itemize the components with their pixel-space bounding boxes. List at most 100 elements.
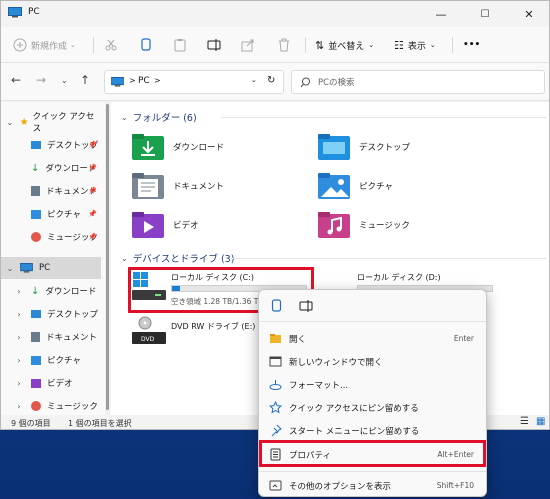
- delete-button[interactable]: [277, 27, 291, 63]
- chevron-down-icon: ⌄: [121, 253, 128, 263]
- copy-button[interactable]: [139, 27, 153, 63]
- context-menu: 開く Enter 新しいウィンドウで開く フォーマット... クイック アクセス…: [258, 289, 487, 497]
- sidebar-item-pc[interactable]: ⌄ PC: [1, 257, 101, 279]
- folders-header[interactable]: ⌄ フォルダー (6): [121, 110, 197, 125]
- folder-documents[interactable]: ドキュメント: [131, 168, 311, 204]
- search-icon: [300, 77, 310, 88]
- close-icon: ✕: [524, 7, 534, 21]
- menu-item-format[interactable]: フォーマット...: [259, 373, 486, 396]
- selection-count: 1 個の項目を選択: [68, 419, 132, 428]
- title-bar: PC — ☐ ✕: [1, 1, 549, 27]
- context-menu-quick-actions: [259, 290, 486, 322]
- chevron-right-icon: ›: [17, 378, 21, 388]
- sidebar-item-label: ドキュメント: [46, 333, 98, 343]
- address-bar[interactable]: > PC > ⌄ ↻: [104, 70, 284, 94]
- view-icon: ☷: [394, 38, 404, 52]
- open-folder-icon: [270, 334, 281, 343]
- drives-header-label: デバイスとドライブ (3): [132, 254, 235, 265]
- paste-button[interactable]: [173, 27, 187, 63]
- menu-item-show-more-options[interactable]: その他のオプションを表示 Shift+F10: [259, 474, 486, 497]
- properties-highlight: [259, 440, 486, 467]
- more-options-button[interactable]: •••: [463, 27, 480, 63]
- folder-desktop[interactable]: デスクトップ: [317, 129, 497, 165]
- search-box[interactable]: PCの検索: [291, 70, 545, 94]
- scissors-icon: [105, 39, 117, 51]
- minimize-button[interactable]: —: [419, 1, 463, 27]
- videos-folder-icon: [132, 212, 164, 238]
- refresh-icon[interactable]: ↻: [267, 75, 275, 86]
- menu-item-label: スタート メニューにピン留めする: [289, 427, 420, 437]
- menu-item-pin-start[interactable]: スタート メニューにピン留めする: [259, 419, 486, 442]
- sort-button[interactable]: ⇅ 並べ替え ⌄: [315, 27, 374, 63]
- sidebar-item-downloads[interactable]: ↓ ダウンロード 📌: [1, 157, 101, 179]
- star-icon: [269, 401, 282, 414]
- breadcrumb-pc[interactable]: PC: [138, 76, 150, 86]
- maximize-button[interactable]: ☐: [463, 1, 507, 27]
- rename-action-button[interactable]: [299, 299, 313, 316]
- music-folder-icon: [318, 212, 350, 238]
- search-placeholder: PCの検索: [318, 78, 355, 88]
- view-button[interactable]: ☷ 表示 ⌄: [394, 27, 436, 63]
- sidebar-item-pc-documents[interactable]: › ドキュメント: [1, 326, 101, 348]
- sidebar-item-quick-access[interactable]: ⌄ ★ クイック アクセス: [1, 111, 101, 134]
- trash-icon: [279, 38, 289, 52]
- tiles-view-icon[interactable]: ▦: [536, 416, 545, 427]
- copy-action-button[interactable]: [271, 299, 283, 316]
- sidebar-item-music[interactable]: ミュージック 📌: [1, 226, 101, 248]
- folder-label: ドキュメント: [173, 182, 225, 192]
- menu-item-pin-quick-access[interactable]: クイック アクセスにピン留めする: [259, 396, 486, 419]
- menu-item-label: フォーマット...: [289, 381, 349, 391]
- svg-text:DVD: DVD: [141, 336, 155, 343]
- sidebar-scrollbar[interactable]: [105, 102, 110, 415]
- sidebar-item-pc-desktop[interactable]: › デスクトップ: [1, 303, 101, 325]
- address-dropdown-icon[interactable]: ⌄: [251, 76, 257, 84]
- rename-button[interactable]: [207, 27, 221, 63]
- folder-videos[interactable]: ビデオ: [131, 207, 311, 243]
- document-icon: [31, 186, 40, 196]
- forward-button[interactable]: →: [36, 73, 46, 87]
- up-button[interactable]: ↑: [80, 73, 90, 87]
- download-icon: ↓: [31, 285, 40, 297]
- sidebar-item-desktop[interactable]: デスクトップ 📌: [1, 134, 101, 156]
- sidebar-item-pc-pictures[interactable]: › ピクチャ: [1, 349, 101, 371]
- drive-label: ローカル ディスク (D:): [357, 273, 441, 282]
- pin-icon: 📌: [88, 187, 97, 195]
- sidebar-item-pc-videos[interactable]: › ビデオ: [1, 372, 101, 394]
- back-button[interactable]: ←: [11, 73, 21, 87]
- star-icon: ★: [19, 116, 29, 128]
- recent-locations-button[interactable]: ⌄: [61, 76, 68, 85]
- drive-label: DVD RW ドライブ (E:): [171, 322, 256, 331]
- pictures-folder-icon: [318, 173, 350, 199]
- minimize-icon: —: [435, 7, 447, 21]
- sidebar-item-documents[interactable]: ドキュメント 📌: [1, 180, 101, 202]
- drives-header[interactable]: ⌄ デバイスとドライブ (3): [121, 251, 235, 266]
- sidebar-item-pc-music[interactable]: › ミュージック: [1, 395, 101, 417]
- chevron-down-icon: ⌄: [6, 117, 14, 127]
- clipboard-icon: [174, 39, 186, 52]
- share-button[interactable]: [241, 27, 255, 63]
- new-button[interactable]: 新規作成 ⌄: [13, 27, 76, 63]
- music-icon: [31, 401, 41, 411]
- folder-label: ダウンロード: [173, 143, 225, 153]
- cut-button[interactable]: [104, 27, 118, 63]
- desktop-icon: [31, 310, 41, 318]
- scrollbar-thumb[interactable]: [106, 104, 109, 410]
- menu-item-open[interactable]: 開く Enter: [259, 327, 486, 350]
- menu-item-open-new-window[interactable]: 新しいウィンドウで開く: [259, 350, 486, 373]
- close-button[interactable]: ✕: [507, 1, 549, 27]
- breadcrumb-separator[interactable]: >: [154, 76, 161, 85]
- sidebar-item-label: PC: [39, 263, 51, 273]
- folder-music[interactable]: ミュージック: [317, 207, 497, 243]
- folder-downloads[interactable]: ダウンロード: [131, 129, 311, 165]
- sidebar-item-label: デスクトップ: [47, 310, 99, 320]
- details-view-icon[interactable]: ☰: [520, 416, 529, 427]
- sidebar-item-label: ダウンロード: [45, 287, 97, 297]
- breadcrumb-separator[interactable]: >: [129, 76, 136, 85]
- toolbar-divider: [93, 37, 94, 53]
- sidebar-item-pictures[interactable]: ピクチャ 📌: [1, 203, 101, 225]
- toolbar-divider: [452, 37, 453, 53]
- pin-icon: 📌: [88, 164, 97, 172]
- sidebar-item-pc-downloads[interactable]: › ↓ ダウンロード: [1, 280, 101, 302]
- pin-icon: 📌: [88, 210, 97, 218]
- folder-pictures[interactable]: ピクチャ: [317, 168, 497, 204]
